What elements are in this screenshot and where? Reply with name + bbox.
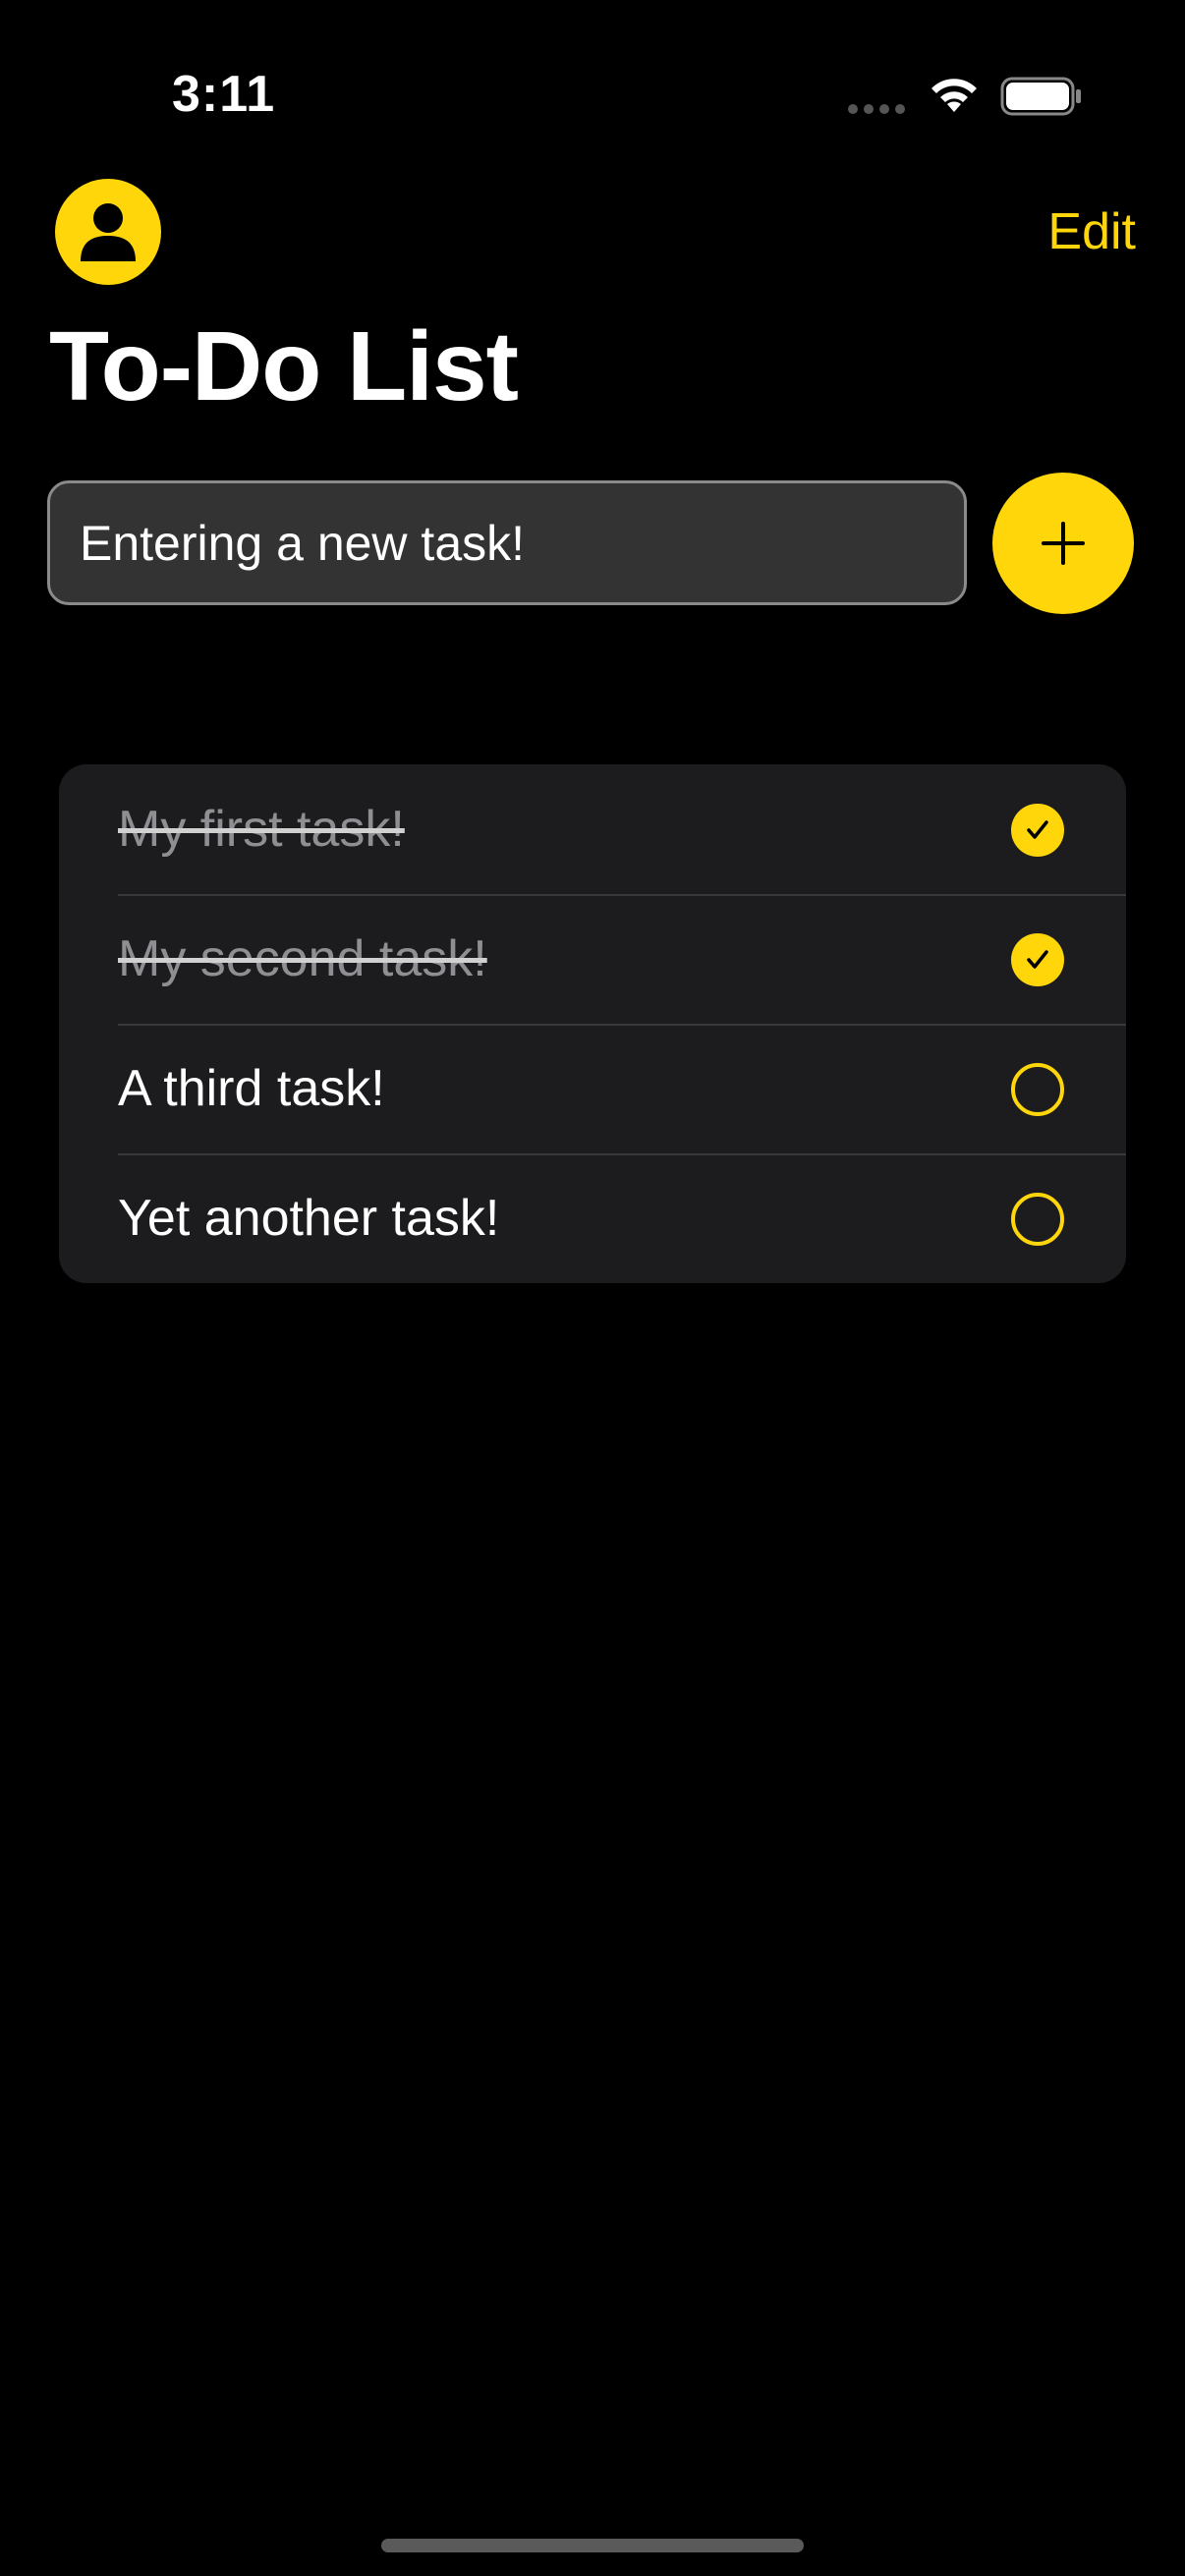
checkmark-icon [1027, 820, 1048, 839]
person-icon [81, 203, 136, 261]
wifi-icon [931, 79, 977, 112]
task-row[interactable]: My second task! [59, 894, 1126, 1024]
task-done-toggle[interactable] [1011, 1193, 1064, 1246]
page-title: To-Do List [49, 311, 519, 421]
task-row[interactable]: Yet another task! [59, 1153, 1126, 1283]
task-label: A third task! [118, 1060, 385, 1117]
task-label: Yet another task! [118, 1190, 500, 1247]
task-label: My second task! [118, 930, 487, 987]
task-done-toggle[interactable] [1011, 1063, 1064, 1116]
task-label: My first task! [118, 801, 405, 858]
home-indicator[interactable] [381, 2539, 804, 2552]
task-row[interactable]: My first task! [59, 764, 1126, 894]
plus-icon [1042, 522, 1085, 565]
new-task-input[interactable] [47, 480, 967, 605]
screen: 3:11 Edit To-Do List My first task! [0, 0, 1185, 2576]
task-done-toggle[interactable] [1011, 933, 1064, 986]
edit-button[interactable]: Edit [1047, 202, 1136, 261]
add-task-button[interactable] [992, 473, 1134, 614]
cellular-signal-icon [848, 104, 905, 114]
status-time: 3:11 [172, 66, 276, 123]
task-list: My first task! My second task! A third t… [59, 764, 1126, 1283]
checkmark-icon [1027, 950, 1048, 969]
avatar-button[interactable] [55, 179, 161, 285]
battery-icon [1000, 77, 1081, 116]
task-row[interactable]: A third task! [59, 1024, 1126, 1153]
task-done-toggle[interactable] [1011, 804, 1064, 857]
